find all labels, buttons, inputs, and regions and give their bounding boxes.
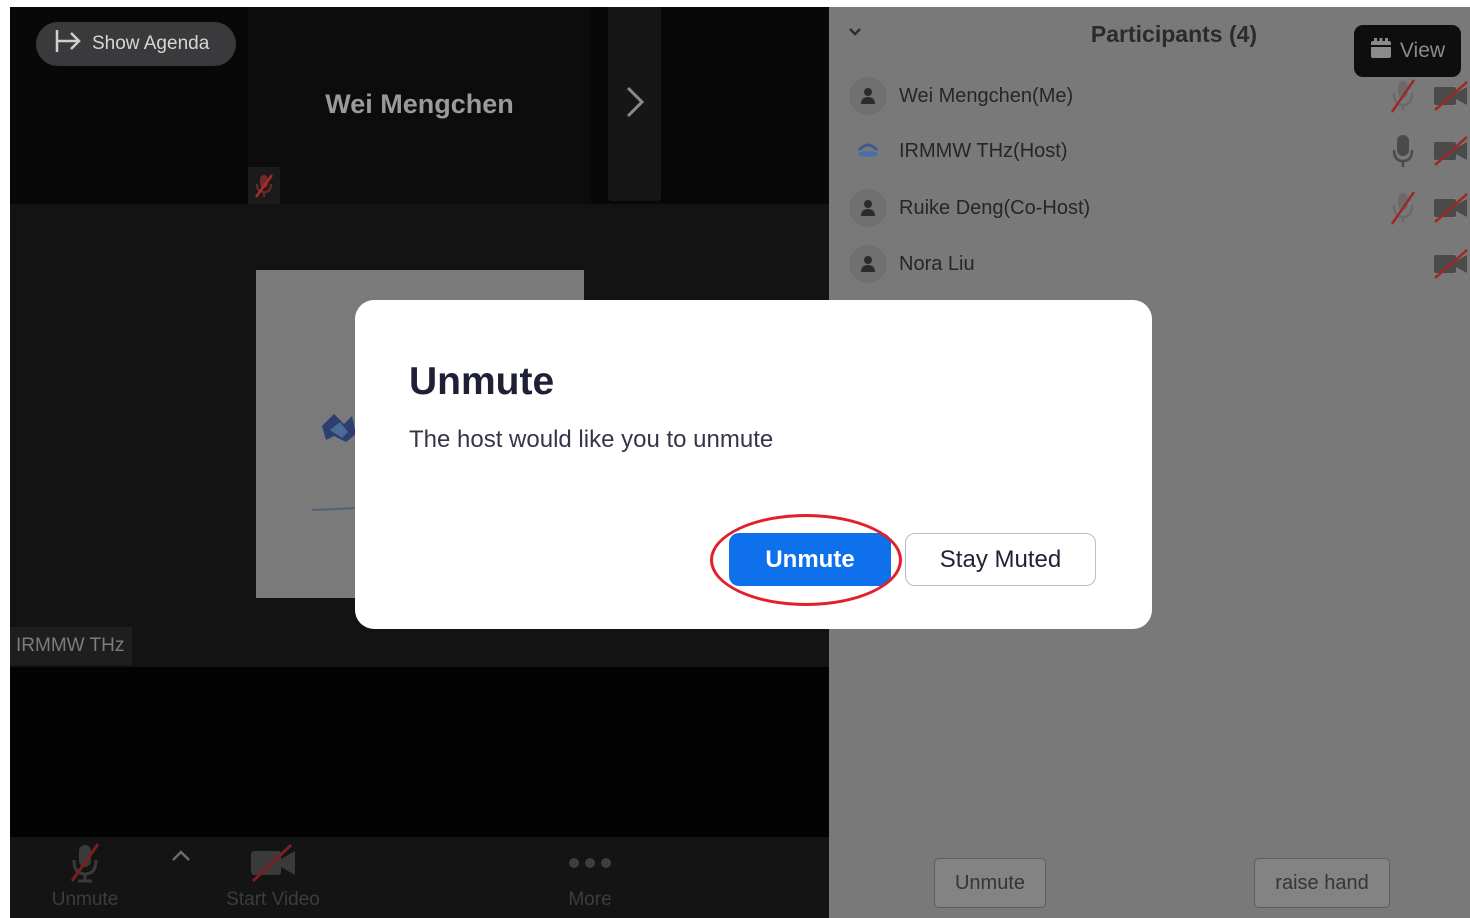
stay-muted-button[interactable]: Stay Muted: [905, 533, 1096, 586]
arrow-right-bar-icon: [54, 28, 82, 60]
participant-row[interactable]: Ruike Deng(Co-Host): [849, 188, 1468, 228]
more-label: More: [568, 889, 612, 910]
participant-name: Wei Mengchen(Me): [899, 84, 1074, 107]
unmute-request-dialog: Unmute The host would like you to unmute…: [355, 300, 1152, 629]
video-background: [10, 667, 829, 837]
show-agenda-label: Show Agenda: [92, 33, 210, 54]
participant-muted-mic-icon[interactable]: [1385, 188, 1421, 228]
participant-mic-on-icon[interactable]: [1385, 131, 1421, 171]
dialog-unmute-button[interactable]: Unmute: [729, 533, 891, 586]
participant-video-off-icon: [1431, 244, 1470, 284]
chevron-right-icon: [624, 84, 646, 125]
participant-row[interactable]: Nora Liu: [849, 244, 1468, 284]
participant-video-tile[interactable]: Wei Mengchen: [248, 7, 591, 204]
video-off-icon: [247, 837, 299, 889]
view-button[interactable]: View: [1354, 25, 1461, 77]
toolbar-unmute-button[interactable]: Unmute: [40, 837, 130, 918]
participant-name: Nora Liu: [899, 252, 975, 275]
participant-video-off-icon: [1431, 188, 1470, 228]
more-dots-icon: [567, 837, 613, 889]
panel-unmute-button[interactable]: Unmute: [934, 858, 1046, 908]
view-button-label: View: [1399, 39, 1446, 62]
raise-hand-button[interactable]: raise hand: [1254, 858, 1390, 908]
user-avatar-icon: [849, 77, 887, 115]
start-video-button[interactable]: Start Video: [218, 837, 328, 918]
calendar-icon: [1370, 37, 1392, 65]
participant-video-off-icon: [1431, 76, 1470, 116]
next-page-button[interactable]: [608, 7, 661, 201]
toolbar-unmute-label: Unmute: [51, 889, 119, 910]
show-agenda-button[interactable]: Show Agenda: [36, 22, 236, 66]
participant-tile-name: Wei Mengchen: [325, 89, 514, 119]
participants-title: Participants (4): [1090, 21, 1258, 47]
muted-mic-icon: [248, 167, 280, 204]
audio-options-button[interactable]: [170, 849, 192, 868]
gallery-strip: Wei Mengchen Show Agenda: [10, 7, 829, 204]
more-button[interactable]: More: [555, 837, 625, 918]
chevron-up-icon: [170, 850, 192, 867]
zoom-meeting-window: Wei Mengchen Show Agenda IRMMW THz Unmut…: [0, 0, 1470, 918]
collapse-panel-button[interactable]: [847, 25, 863, 43]
participant-row[interactable]: IRMMW THz(Host): [849, 131, 1468, 171]
dialog-message: The host would like you to unmute: [409, 426, 774, 453]
participant-name: IRMMW THz(Host): [899, 139, 1068, 162]
start-video-label: Start Video: [226, 889, 320, 910]
user-avatar-icon: [849, 189, 887, 227]
participant-name: Ruike Deng(Co-Host): [899, 196, 1091, 219]
host-logo-avatar-icon: [849, 132, 887, 170]
participant-row[interactable]: Wei Mengchen(Me): [849, 76, 1468, 116]
participant-muted-mic-icon[interactable]: [1385, 76, 1421, 116]
muted-mic-icon: [67, 837, 103, 889]
chevron-down-icon: [847, 25, 863, 42]
dialog-title: Unmute: [409, 360, 555, 403]
participant-video-off-icon: [1431, 131, 1470, 171]
meeting-toolbar: Unmute Start Video More: [10, 837, 829, 918]
active-speaker-name: IRMMW THz: [10, 627, 133, 665]
user-avatar-icon: [849, 245, 887, 283]
